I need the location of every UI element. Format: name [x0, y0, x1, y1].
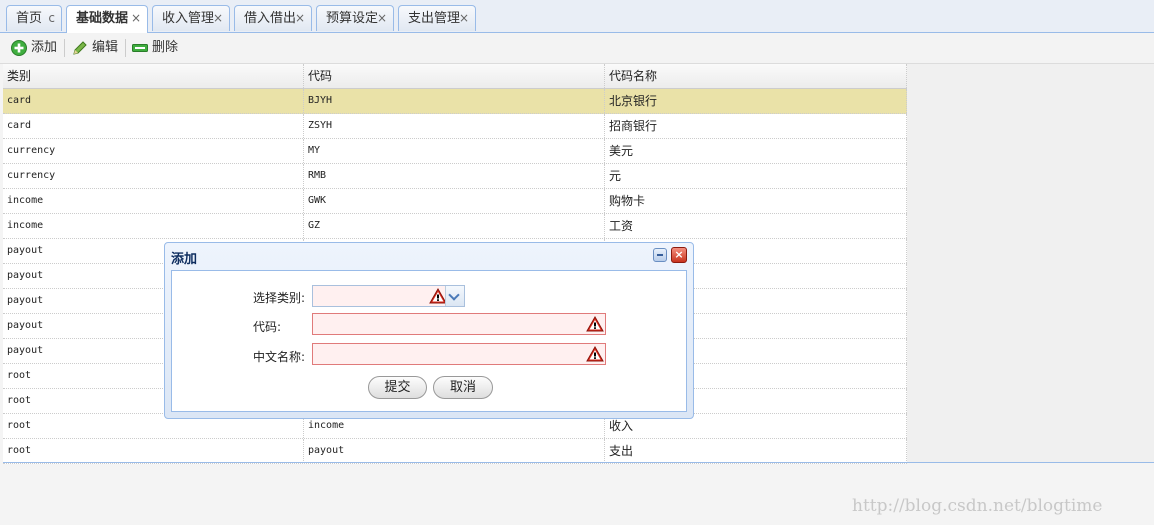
cell-type: card — [3, 114, 304, 138]
cell-code: ZSYH — [304, 114, 605, 138]
tab-label: 支出管理 — [408, 11, 461, 26]
chinese-name-label: 中文名称: — [253, 350, 306, 364]
table-row[interactable]: currency MY 美元 — [3, 139, 907, 164]
category-select[interactable] — [312, 285, 465, 307]
cell-name: 北京银行 — [605, 89, 907, 113]
table-row[interactable]: income GWK 购物卡 — [3, 189, 907, 214]
cell-code: GWK — [304, 189, 605, 213]
close-icon[interactable]: × — [671, 247, 687, 263]
cell-type: currency — [3, 164, 304, 188]
dialog-title: 添加 — [171, 252, 198, 267]
cell-type: income — [3, 214, 304, 238]
cell-name: 元 — [605, 164, 907, 188]
cell-name: 工资 — [605, 214, 907, 238]
tab-basic-data[interactable]: 基础数据 × — [66, 5, 148, 33]
pencil-icon — [73, 41, 87, 55]
close-icon[interactable]: × — [377, 6, 387, 31]
cell-code: GZ — [304, 214, 605, 238]
tab-label: 首页 — [16, 11, 43, 26]
cell-type: income — [3, 189, 304, 213]
minus-icon — [132, 44, 148, 52]
close-icon[interactable]: × — [131, 6, 141, 31]
tab-bar: 首页 c 基础数据 × 收入管理 × 借入借出 × 预算设定 × 支出管理 × — [0, 0, 1154, 33]
column-header-name[interactable]: 代码名称 — [605, 64, 907, 88]
cell-name: 支出 — [605, 439, 907, 463]
add-label: 添加 — [31, 40, 58, 55]
column-header-code[interactable]: 代码 — [304, 64, 605, 88]
cell-type: currency — [3, 139, 304, 163]
edit-label: 编辑 — [92, 40, 119, 55]
tab-label: 借入借出 — [244, 11, 297, 26]
table-row[interactable]: currency RMB 元 — [3, 164, 907, 189]
cell-type: card — [3, 89, 304, 113]
cell-code: BJYH — [304, 89, 605, 113]
chinese-name-input[interactable] — [312, 343, 606, 365]
tab-payout[interactable]: 支出管理 × — [398, 5, 476, 31]
cell-code: RMB — [304, 164, 605, 188]
tab-borrow-lend[interactable]: 借入借出 × — [234, 5, 312, 31]
grid-header: 类别 代码 代码名称 — [3, 64, 907, 89]
dialog-body: 选择类别: 代码: 中文名称: 提交 取消 — [171, 270, 687, 412]
cell-name: 美元 — [605, 139, 907, 163]
edit-button[interactable]: 编辑 — [72, 39, 120, 57]
tab-label: 预算设定 — [326, 11, 379, 26]
cell-code: payout — [304, 439, 605, 463]
warning-icon — [586, 316, 604, 332]
toolbar: 添加 编辑 删除 — [0, 33, 1154, 64]
cancel-button[interactable]: 取消 — [433, 376, 493, 399]
watermark: http://blog.csdn.net/blogtime — [852, 496, 1103, 516]
tab-label: 基础数据 — [76, 11, 129, 26]
column-header-type[interactable]: 类别 — [3, 64, 304, 88]
table-row[interactable]: card ZSYH 招商银行 — [3, 114, 907, 139]
close-icon[interactable]: × — [295, 6, 305, 31]
add-icon — [11, 40, 27, 56]
cell-name: 购物卡 — [605, 189, 907, 213]
toolbar-divider — [125, 39, 126, 57]
add-button[interactable]: 添加 — [11, 39, 59, 57]
table-row[interactable]: income GZ 工资 — [3, 214, 907, 239]
table-row[interactable]: card BJYH 北京银行 — [3, 89, 907, 114]
cell-code: MY — [304, 139, 605, 163]
minimize-icon[interactable] — [653, 248, 667, 262]
add-dialog: 添加 × 选择类别: 代码: 中文名称: 提交 取消 — [164, 242, 694, 419]
close-icon[interactable]: × — [459, 6, 469, 31]
tab-budget[interactable]: 预算设定 × — [316, 5, 394, 31]
submit-button[interactable]: 提交 — [368, 376, 427, 399]
delete-label: 删除 — [152, 40, 179, 55]
table-row[interactable]: root payout 支出 — [3, 439, 907, 464]
tab-income[interactable]: 收入管理 × — [152, 5, 230, 31]
warning-icon — [586, 346, 604, 362]
chevron-down-icon[interactable] — [445, 286, 464, 306]
cell-name: 招商银行 — [605, 114, 907, 138]
refresh-icon[interactable]: c — [48, 6, 55, 31]
grid-bottom-border — [3, 462, 1154, 463]
tab-label: 收入管理 — [162, 11, 215, 26]
cell-type: root — [3, 439, 304, 463]
code-input[interactable] — [312, 313, 606, 335]
tab-home[interactable]: 首页 c — [6, 5, 62, 31]
delete-button[interactable]: 删除 — [132, 39, 180, 57]
category-label: 选择类别: — [253, 291, 306, 305]
code-label: 代码: — [253, 320, 282, 334]
close-icon[interactable]: × — [213, 6, 223, 31]
toolbar-divider — [64, 39, 65, 57]
